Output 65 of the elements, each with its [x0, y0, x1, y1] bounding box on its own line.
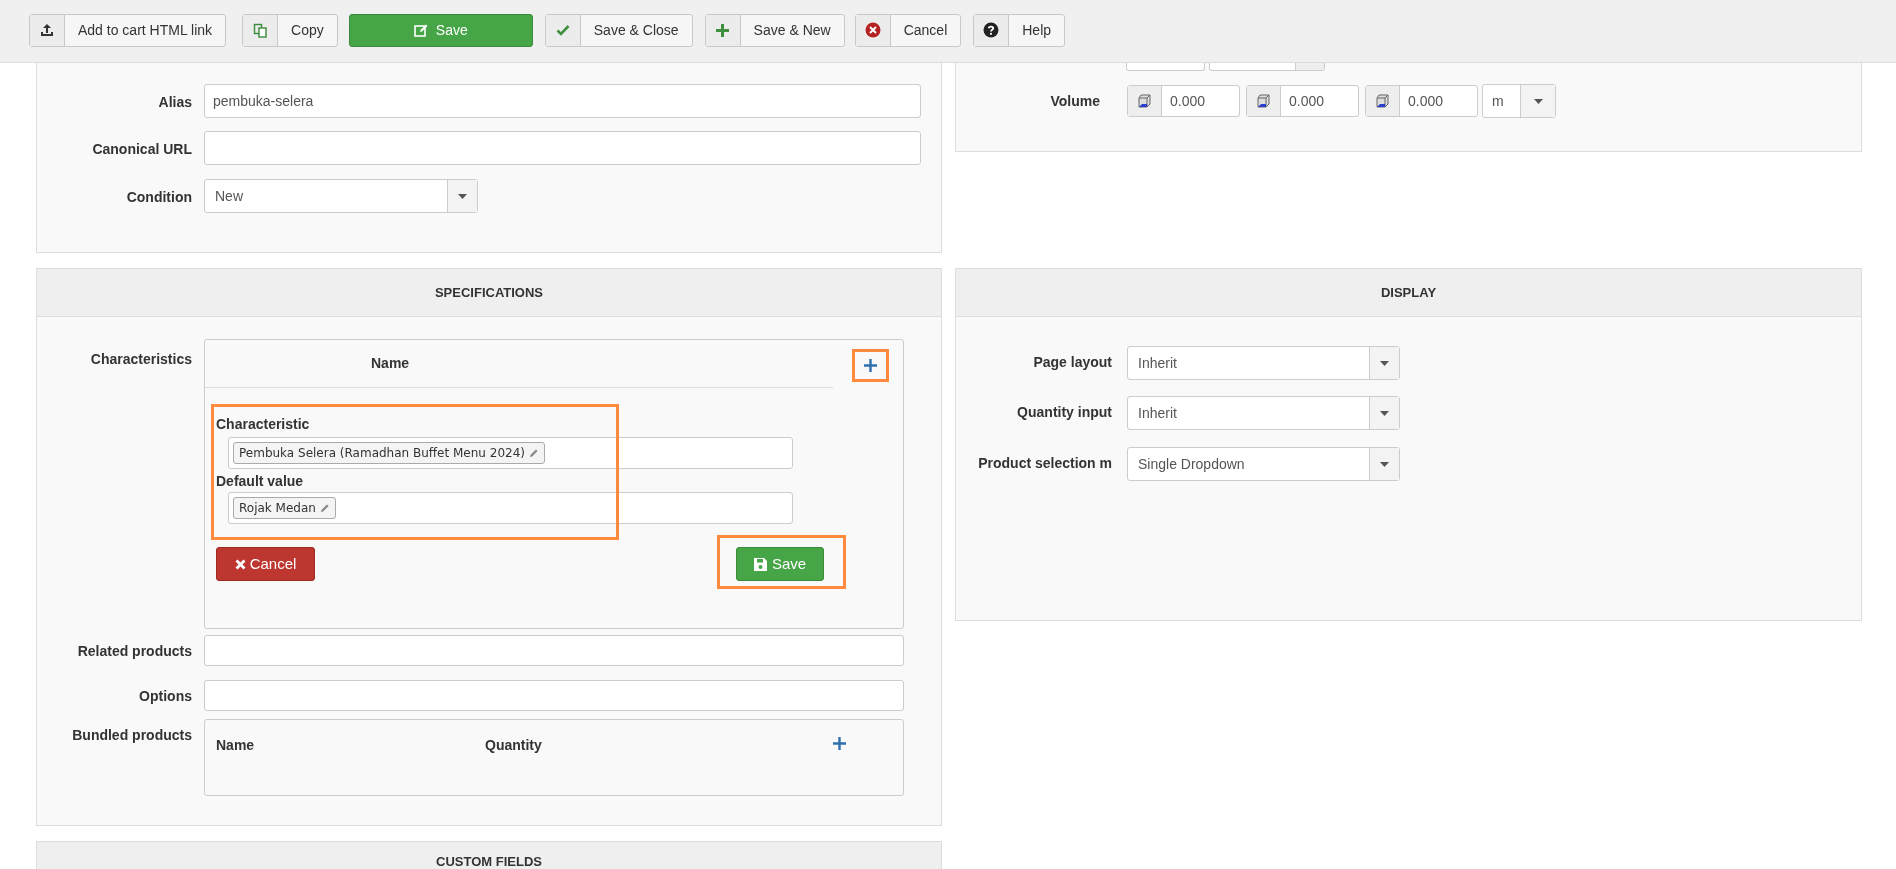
volume-field[interactable]: 0.000 [1127, 85, 1240, 117]
text-field[interactable]: pembuka-selera [204, 84, 921, 118]
edit-icon [413, 23, 428, 37]
panel-header: CUSTOM FIELDS [436, 853, 542, 869]
check-icon [555, 23, 570, 37]
column-header: Name [371, 354, 410, 373]
field-label: Quantity input [1016, 403, 1113, 422]
volume-field[interactable]: 0.000 [1246, 85, 1359, 117]
close-icon [234, 558, 246, 570]
panel-header: DISPLAY [956, 269, 1861, 317]
tag-chip[interactable]: Pembuka Selera (Ramadhan Buffet Menu 2024) [233, 442, 545, 464]
column-header: Quantity [485, 736, 543, 755]
caret-icon [1380, 461, 1389, 467]
select-field[interactable]: Inherit [1127, 396, 1400, 430]
field-label: Related products [76, 642, 193, 661]
upload-icon [40, 23, 54, 37]
plus-icon [831, 735, 847, 751]
copy-icon [252, 22, 268, 38]
field-label: Options [138, 687, 193, 706]
field-label: Page layout [1032, 353, 1113, 372]
plus-icon [863, 358, 878, 373]
caret-icon [458, 193, 467, 199]
field-label: Condition [125, 188, 193, 207]
caret-icon [1533, 98, 1543, 104]
help-button[interactable]: Help [973, 13, 1066, 47]
save-close-button[interactable]: Save & Close [544, 13, 693, 47]
add-link-button[interactable]: Add to cart HTML link [29, 13, 227, 47]
text-field[interactable] [204, 680, 904, 711]
field-label: Bundled products [71, 726, 193, 745]
field-label: Alias [157, 93, 193, 112]
cancel-button[interactable]: Cancel [216, 547, 315, 581]
field-label: Volume [1049, 92, 1101, 111]
select-field[interactable]: Single Dropdown [1127, 447, 1400, 481]
panel-header: SPECIFICATIONS [37, 269, 941, 317]
save-new-button[interactable]: Save & New [704, 13, 845, 47]
select-field[interactable] [1209, 63, 1325, 71]
text-field[interactable] [204, 635, 904, 666]
close-icon [864, 22, 881, 38]
caret-icon [1380, 410, 1389, 416]
volume-field[interactable]: 0.000 [1365, 85, 1478, 117]
caret-icon [1380, 360, 1389, 366]
cube-icon [1255, 93, 1272, 109]
cube-icon [1374, 93, 1391, 109]
tag-input-field[interactable]: Rojak Medan [228, 492, 793, 524]
text-field[interactable] [204, 131, 921, 165]
column-header: Name [216, 736, 256, 755]
pencil-icon [528, 448, 539, 458]
tag-input-field[interactable]: Pembuka Selera (Ramadhan Buffet Menu 2024) [228, 437, 793, 469]
select-field[interactable]: New [204, 179, 478, 213]
pencil-icon [319, 503, 330, 513]
field-label: Characteristic [216, 416, 310, 433]
select-field[interactable]: Inherit [1127, 346, 1400, 380]
field-label: Characteristics [89, 350, 193, 369]
plus-icon [715, 22, 731, 38]
field-label: Product selection m [977, 454, 1113, 473]
copy-button[interactable]: Copy [242, 13, 338, 47]
field-label: Canonical URL [91, 140, 193, 159]
help-icon [983, 22, 1000, 38]
text-field[interactable] [1126, 63, 1205, 71]
tag-chip[interactable]: Rojak Medan [233, 497, 336, 519]
floppy-icon [753, 557, 767, 571]
cancel-button[interactable]: Cancel [854, 13, 962, 47]
field-label: Default value [216, 473, 304, 490]
cube-icon [1136, 93, 1153, 109]
unit-select[interactable]: m [1482, 84, 1556, 118]
